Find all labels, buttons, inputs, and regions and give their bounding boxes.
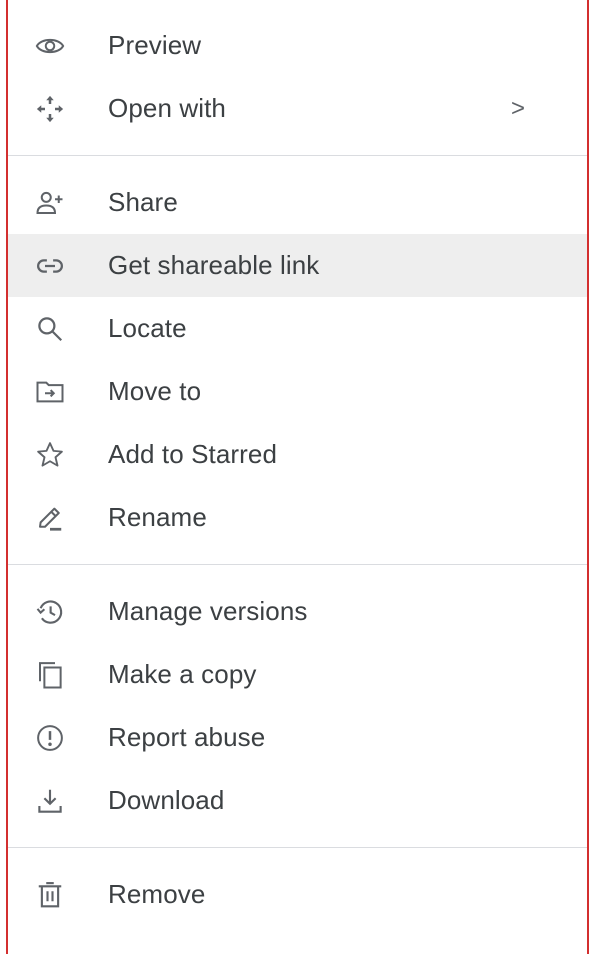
menu-item-open-with[interactable]: Open with >	[8, 77, 587, 140]
search-icon	[32, 311, 68, 347]
menu-item-label: Manage versions	[108, 596, 308, 626]
context-menu: Preview Open with > Share Get shareable …	[8, 14, 587, 926]
menu-item-rename[interactable]: Rename	[8, 486, 587, 549]
report-icon	[32, 720, 68, 756]
menu-item-label: Make a copy	[108, 659, 257, 689]
menu-item-manage-versions[interactable]: Manage versions	[8, 580, 587, 643]
chevron-right-icon: >	[510, 94, 525, 122]
copy-icon	[32, 657, 68, 693]
menu-item-label: Open with	[108, 93, 226, 123]
menu-item-label: Rename	[108, 502, 207, 532]
eye-icon	[32, 28, 68, 64]
menu-item-download[interactable]: Download	[8, 769, 587, 832]
menu-item-label: Add to Starred	[108, 439, 278, 469]
menu-item-make-a-copy[interactable]: Make a copy	[8, 643, 587, 706]
menu-item-label: Share	[108, 187, 178, 217]
menu-item-label: Get shareable link	[108, 250, 320, 280]
folder-move-icon	[32, 374, 68, 410]
star-icon	[32, 437, 68, 473]
menu-item-label: Locate	[108, 313, 187, 343]
download-icon	[32, 783, 68, 819]
menu-item-remove[interactable]: Remove	[8, 863, 587, 926]
person-add-icon	[32, 185, 68, 221]
menu-item-locate[interactable]: Locate	[8, 297, 587, 360]
menu-item-share[interactable]: Share	[8, 171, 587, 234]
menu-item-label: Preview	[108, 30, 202, 60]
menu-item-add-to-starred[interactable]: Add to Starred	[8, 423, 587, 486]
menu-divider	[8, 564, 587, 565]
menu-item-report-abuse[interactable]: Report abuse	[8, 706, 587, 769]
link-icon	[32, 248, 68, 284]
menu-item-label: Download	[108, 785, 225, 815]
move-arrows-icon	[32, 91, 68, 127]
context-menu-frame: Preview Open with > Share Get shareable …	[6, 0, 589, 954]
pencil-icon	[32, 500, 68, 536]
menu-item-move-to[interactable]: Move to	[8, 360, 587, 423]
history-icon	[32, 594, 68, 630]
menu-divider	[8, 155, 587, 156]
trash-icon	[32, 877, 68, 913]
menu-item-label: Remove	[108, 879, 206, 909]
menu-item-label: Move to	[108, 376, 202, 406]
menu-item-preview[interactable]: Preview	[8, 14, 587, 77]
menu-item-get-shareable-link[interactable]: Get shareable link	[8, 234, 587, 297]
menu-divider	[8, 847, 587, 848]
menu-item-label: Report abuse	[108, 722, 266, 752]
